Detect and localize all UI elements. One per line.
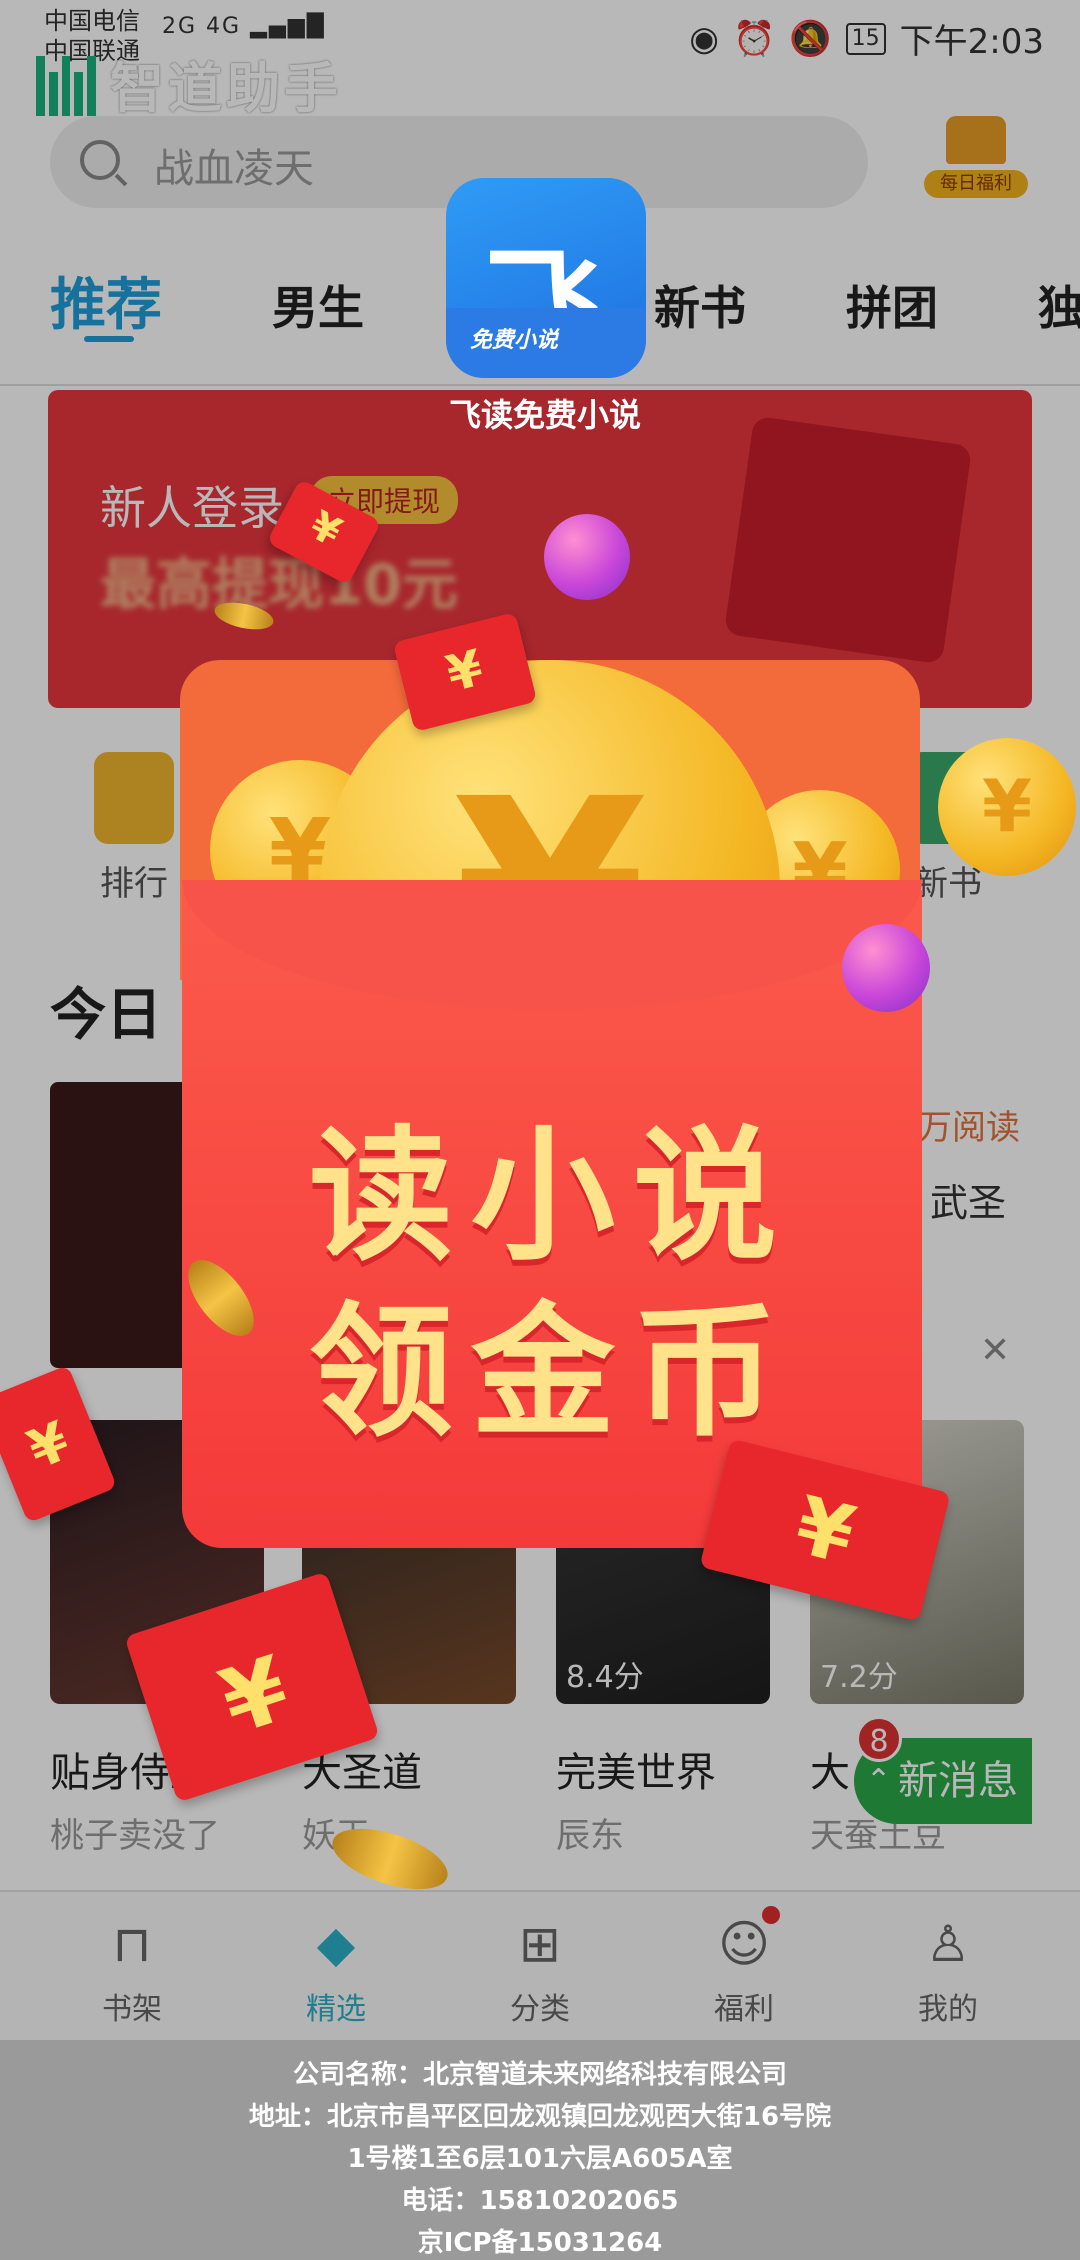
app-icon: 飞 免费小说 (446, 178, 646, 378)
popup-headline-2: 领金币 (308, 1288, 795, 1456)
app-icon-tag: 免费小说 (470, 328, 559, 353)
footer-address-2: 1号楼1至6层101六层A605A室 (347, 2144, 733, 2174)
footer-icp: 京ICP备15031264 (417, 2228, 663, 2258)
company-footer: 公司名称：北京智道未来网络科技有限公司 地址：北京市昌平区回龙观镇回龙观西大街1… (0, 2040, 1080, 2260)
purple-bubble-icon (544, 514, 630, 600)
app-name: 飞读免费小说 (448, 396, 641, 434)
purple-bubble-icon (842, 924, 930, 1012)
footer-address: 地址：北京市昌平区回龙观镇回龙观西大街16号院 (248, 2102, 832, 2132)
footer-company: 公司名称：北京智道未来网络科技有限公司 (292, 2060, 787, 2090)
footer-phone: 电话：15810202065 (401, 2186, 679, 2216)
envelope-flap (182, 880, 922, 1010)
gold-coin-icon: ¥ (938, 738, 1076, 876)
